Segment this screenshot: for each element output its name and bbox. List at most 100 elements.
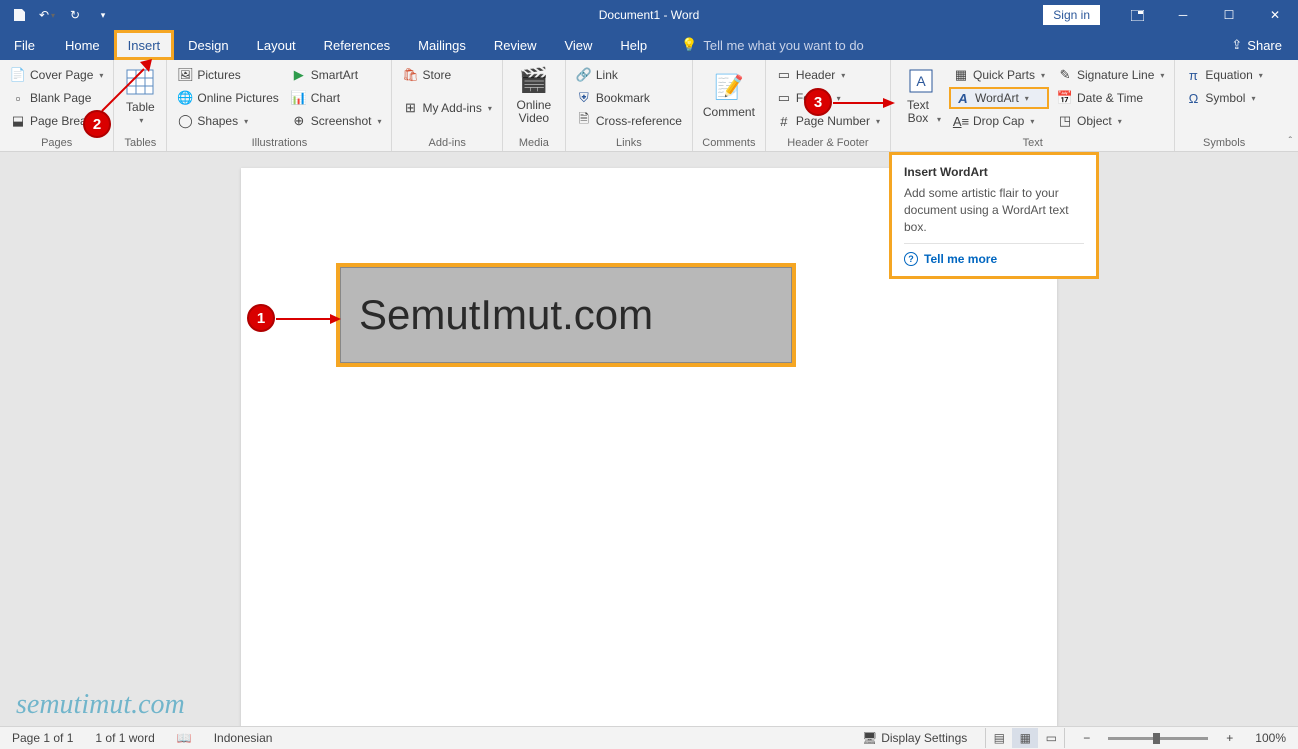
tab-home[interactable]: Home	[51, 30, 114, 60]
read-mode-button[interactable]: ▤	[986, 728, 1012, 748]
tooltip-tell-me-more[interactable]: ? Tell me more	[904, 243, 1084, 266]
comment-icon: 📝	[713, 71, 745, 103]
help-icon: ?	[904, 252, 918, 266]
shapes-button[interactable]: ◯Shapes▾	[173, 110, 282, 132]
tab-design[interactable]: Design	[174, 30, 242, 60]
lightbulb-icon: 💡	[681, 37, 697, 53]
symbol-button[interactable]: ΩSymbol▾	[1181, 87, 1266, 109]
store-icon: 🛍	[402, 67, 418, 83]
store-button[interactable]: 🛍Store	[398, 64, 495, 86]
document-title: Document1 - Word	[599, 8, 699, 22]
arrow-3	[833, 96, 895, 110]
date-time-button[interactable]: 📅Date & Time	[1053, 87, 1168, 109]
group-text-label: Text	[895, 135, 1170, 151]
status-word-count[interactable]: 1 of 1 word	[91, 729, 158, 747]
print-layout-button[interactable]: ▦	[1012, 728, 1038, 748]
ribbon-options-icon	[1131, 10, 1144, 21]
ribbon: 📄Cover Page▾ ▫Blank Page ⬓Page Break Pag…	[0, 60, 1298, 152]
minimize-button[interactable]: ─	[1160, 0, 1206, 30]
ribbon-display-options-button[interactable]	[1114, 0, 1160, 30]
zoom-out-button[interactable]: −	[1079, 729, 1094, 747]
zoom-slider[interactable]	[1108, 737, 1208, 740]
cover-page-button[interactable]: 📄Cover Page▾	[6, 64, 107, 86]
tab-help[interactable]: Help	[606, 30, 661, 60]
quick-parts-button[interactable]: ▦Quick Parts▾	[949, 64, 1049, 86]
cross-ref-icon: 🗎	[576, 113, 592, 129]
callout-3: 3	[804, 88, 832, 116]
tab-review[interactable]: Review	[480, 30, 551, 60]
header-button[interactable]: ▭Header▾	[772, 64, 884, 86]
smartart-button[interactable]: ▶SmartArt	[287, 64, 386, 86]
tab-layout[interactable]: Layout	[243, 30, 310, 60]
pictures-button[interactable]: 🖼Pictures	[173, 64, 282, 86]
tell-me-placeholder: Tell me what you want to do	[703, 38, 863, 53]
qat-customize-button[interactable]: ▾	[90, 2, 116, 28]
page-number-button[interactable]: #Page Number▾	[772, 110, 884, 132]
display-settings-button[interactable]: 🖥Display Settings	[858, 729, 971, 747]
comment-button[interactable]: 📝 Comment	[697, 62, 761, 128]
online-pictures-button[interactable]: 🌐Online Pictures	[173, 87, 282, 109]
tab-view[interactable]: View	[550, 30, 606, 60]
undo-button[interactable]: ↶▾	[34, 2, 60, 28]
equation-button[interactable]: πEquation▾	[1181, 64, 1266, 86]
title-bar: ↶▾ ↻ ▾ Document1 - Word Sign in ─ ☐ ✕	[0, 0, 1298, 30]
quick-access-toolbar: ↶▾ ↻ ▾	[0, 2, 116, 28]
share-icon: ⇪	[1231, 37, 1242, 53]
footer-icon: ▭	[776, 90, 792, 106]
status-proofing[interactable]: 📖	[173, 729, 196, 747]
object-icon: ◳	[1057, 113, 1073, 129]
text-box-button[interactable]: A Text Box▾	[895, 62, 947, 128]
tab-mailings[interactable]: Mailings	[404, 30, 480, 60]
group-text: A Text Box▾ ▦Quick Parts▾ AWordArt▾ A≡Dr…	[891, 60, 1175, 151]
zoom-in-button[interactable]: +	[1222, 729, 1237, 747]
tab-insert[interactable]: Insert	[114, 30, 175, 60]
signature-line-button[interactable]: ✎Signature Line▾	[1053, 64, 1168, 86]
save-icon	[12, 8, 26, 22]
object-button[interactable]: ◳Object▾	[1053, 110, 1168, 132]
group-comments-label: Comments	[697, 135, 761, 151]
status-page[interactable]: Page 1 of 1	[8, 729, 77, 747]
redo-button[interactable]: ↻	[62, 2, 88, 28]
equation-icon: π	[1185, 67, 1201, 83]
group-header-footer-label: Header & Footer	[770, 135, 886, 151]
cross-reference-button[interactable]: 🗎Cross-reference	[572, 110, 686, 132]
wordart-button[interactable]: AWordArt▾	[949, 87, 1049, 109]
tab-references[interactable]: References	[310, 30, 404, 60]
svg-text:A: A	[916, 73, 926, 89]
text-box-icon: A	[905, 65, 937, 97]
shapes-icon: ◯	[177, 113, 193, 129]
link-icon: 🔗	[576, 67, 592, 83]
save-button[interactable]	[6, 2, 32, 28]
group-tables-label: Tables	[118, 135, 162, 151]
screenshot-button[interactable]: ⊕Screenshot▾	[287, 110, 386, 132]
status-language[interactable]: Indonesian	[210, 729, 277, 747]
group-illustrations: 🖼Pictures 🌐Online Pictures ◯Shapes▾ ▶Sma…	[167, 60, 392, 151]
sign-in-button[interactable]: Sign in	[1043, 5, 1100, 25]
close-button[interactable]: ✕	[1252, 0, 1298, 30]
tell-me-search[interactable]: 💡 Tell me what you want to do	[681, 30, 864, 60]
proofing-icon: 📖	[177, 731, 192, 745]
bookmark-button[interactable]: ⛨Bookmark	[572, 87, 686, 109]
link-button[interactable]: 🔗Link	[572, 64, 686, 86]
collapse-ribbon-button[interactable]: ˆ	[1289, 136, 1292, 147]
my-addins-button[interactable]: ⊞My Add-ins▾	[398, 97, 495, 119]
tab-file[interactable]: File	[0, 30, 49, 60]
share-button[interactable]: ⇪ Share	[1215, 30, 1298, 60]
online-video-button[interactable]: 🎬 Online Video	[507, 62, 561, 128]
share-label: Share	[1247, 38, 1282, 53]
online-pictures-icon: 🌐	[177, 90, 193, 106]
group-addins: 🛍Store ⊞My Add-ins▾ Add-ins	[392, 60, 502, 151]
blank-page-button[interactable]: ▫Blank Page	[6, 87, 107, 109]
text-box-object[interactable]: SemutImut.com	[340, 267, 792, 363]
signature-icon: ✎	[1057, 67, 1073, 83]
zoom-level[interactable]: 100%	[1251, 729, 1290, 747]
view-mode-buttons: ▤ ▦ ▭	[985, 728, 1065, 748]
drop-cap-button[interactable]: A≡Drop Cap▾	[949, 110, 1049, 132]
group-addins-label: Add-ins	[396, 135, 497, 151]
page-break-icon: ⬓	[10, 113, 26, 129]
watermark: semutimut.com	[16, 689, 185, 721]
chart-button[interactable]: 📊Chart	[287, 87, 386, 109]
maximize-button[interactable]: ☐	[1206, 0, 1252, 30]
web-layout-button[interactable]: ▭	[1038, 728, 1064, 748]
group-comments: 📝 Comment Comments	[693, 60, 766, 151]
